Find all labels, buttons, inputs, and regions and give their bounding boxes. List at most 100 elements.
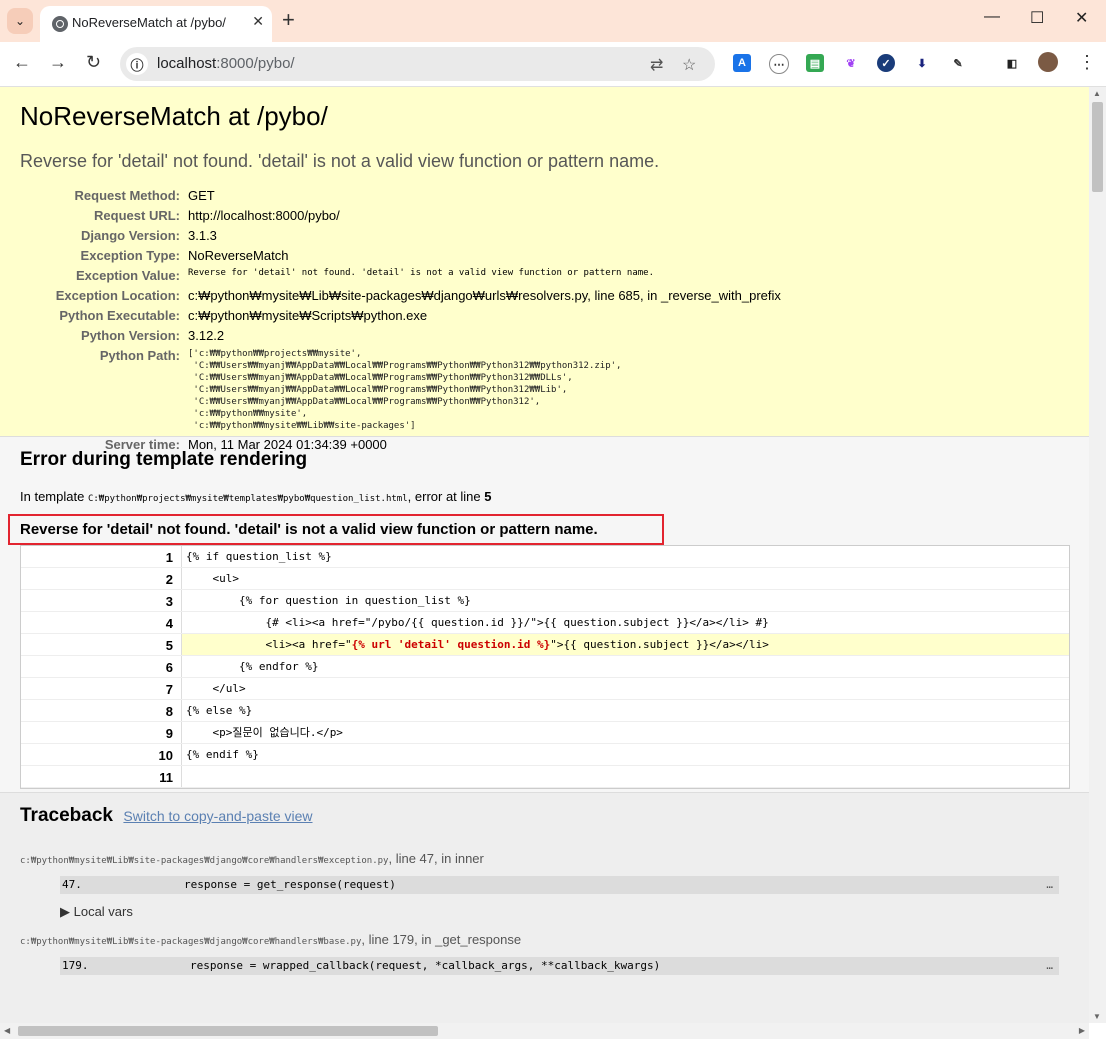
code-line-source: {% if question_list %}	[181, 546, 332, 567]
meta-row: Exception Type: NoReverseMatch	[20, 246, 781, 266]
code-line-number: 10	[158, 748, 173, 763]
code-fragment: <li><a href="	[186, 638, 352, 651]
frame-code-line[interactable]: 47. response = get_response(request) …	[60, 876, 1059, 894]
scroll-down-icon[interactable]: ▼	[1093, 1012, 1101, 1021]
meta-row: Request Method: GET	[20, 186, 781, 206]
back-icon[interactable]: ←	[13, 52, 31, 73]
menu-kebab-icon[interactable]: ⋮	[1078, 52, 1096, 73]
frame-code: response = get_response(request)	[184, 878, 396, 891]
meta-row: Django Version: 3.1.3	[20, 226, 781, 246]
extension-translate-icon[interactable]: A	[733, 54, 751, 72]
minimize-button[interactable]: —	[984, 8, 1000, 26]
extension-save-icon[interactable]: ▤	[806, 54, 824, 72]
template-error-message: Reverse for 'detail' not found. 'detail'…	[8, 514, 664, 545]
extensions-puzzle-icon[interactable]: ✎	[949, 54, 967, 72]
scroll-up-icon[interactable]: ▲	[1093, 89, 1101, 98]
bookmark-star-icon[interactable]: ☆	[682, 55, 696, 75]
frame-path: c:₩python₩mysite₩Lib₩site-packages₩djang…	[20, 937, 362, 947]
url-host: localhost	[157, 55, 217, 72]
code-line-number: 9	[165, 726, 173, 741]
code-line: 1 {% if question_list %}	[21, 546, 1069, 568]
new-tab-button[interactable]: +	[282, 8, 295, 32]
meta-label: Django Version:	[81, 228, 180, 243]
code-line-source: <li><a href="{% url 'detail' question.id…	[181, 634, 1069, 655]
forward-icon[interactable]: →	[49, 52, 67, 73]
site-info-icon[interactable]: ⓘ	[126, 53, 148, 75]
side-panel-icon[interactable]: ◧	[1003, 54, 1021, 72]
window-close-button[interactable]: ✕	[1075, 8, 1088, 28]
meta-label: Python Executable:	[59, 308, 180, 323]
code-line: 8 {% else %}	[21, 700, 1069, 722]
meta-label: Python Path:	[99, 348, 180, 363]
horizontal-scroll-thumb[interactable]	[18, 1026, 438, 1036]
request-meta-table: Request Method: GET Request URL: http://lo…	[20, 186, 781, 455]
url-text[interactable]: localhost:8000/pybo/	[157, 55, 295, 72]
frame-code: response = wrapped_callback(request, *ca…	[190, 959, 661, 972]
code-line-number: 5	[21, 634, 181, 655]
frame-code-line[interactable]: 179. response = wrapped_callback(request…	[60, 957, 1059, 975]
tab-search-button[interactable]: ⌄	[7, 8, 33, 34]
extension-feather-icon[interactable]: ❦	[842, 54, 860, 72]
meta-value: 3.12.2	[188, 328, 225, 343]
meta-row: Python Path: ['c:₩₩python₩₩projects₩₩mysi…	[20, 346, 781, 435]
horizontal-scrollbar[interactable]: ◀ ▶	[0, 1023, 1089, 1039]
translate-icon[interactable]: ⇄	[650, 55, 663, 75]
code-line-number: 1	[165, 550, 173, 565]
frame-line-number: 179.	[62, 959, 89, 972]
profile-avatar[interactable]	[1038, 52, 1058, 72]
extension-check-icon[interactable]: ✓	[877, 54, 895, 72]
template-error-heading: Error during template rendering	[20, 449, 308, 470]
code-line-source	[181, 766, 186, 787]
template-location: In template C:₩python₩projects₩mysite₩te…	[20, 489, 1069, 504]
meta-label: Exception Value:	[75, 268, 180, 283]
frame-line-info: , line 179, in _get_response	[361, 932, 522, 947]
code-line: 6 {% endfor %}	[21, 656, 1069, 678]
vertical-scrollbar[interactable]: ▲ ▼	[1089, 87, 1106, 1023]
expand-context-icon[interactable]: …	[1046, 957, 1053, 975]
expand-context-icon[interactable]: …	[1046, 876, 1053, 894]
code-line: 4 {# <li><a href="/pybo/{{ question.id }…	[21, 612, 1069, 634]
meta-value: 3.1.3	[188, 228, 217, 243]
template-source: 1 {% if question_list %} 2 <ul> 3 {% for qu…	[20, 545, 1070, 789]
in-template-label: In template	[20, 489, 85, 504]
scroll-right-icon[interactable]: ▶	[1079, 1026, 1085, 1035]
meta-row: Python Executable: c:₩python₩mysite₩Scrip…	[20, 306, 781, 326]
reload-icon[interactable]: ↻	[86, 52, 101, 73]
extension-circle-icon[interactable]: ⋯	[769, 54, 789, 74]
code-line-number: 4	[165, 616, 173, 631]
meta-row: Request URL: http://localhost:8000/pybo/	[20, 206, 781, 226]
code-line-source: <ul>	[181, 568, 239, 589]
scroll-left-icon[interactable]: ◀	[4, 1026, 10, 1035]
code-line-source: {% endif %}	[181, 744, 259, 765]
extension-download-icon[interactable]: ⬇	[913, 54, 931, 72]
switch-view-link[interactable]: Switch to copy-and-paste view	[123, 808, 312, 824]
code-line: 10 {% endif %}	[21, 744, 1069, 766]
meta-label: Request Method:	[74, 188, 180, 203]
code-line-number: 11	[159, 770, 173, 785]
error-tag: {% url 'detail' question.id %}	[351, 638, 551, 651]
code-line: 9 <p>질문이 없습니다.</p>	[21, 722, 1069, 744]
browser-tab[interactable]: NoReverseMatch at /pybo/ ✕	[40, 6, 272, 42]
meta-value: c:₩python₩mysite₩Lib₩site-packages₩djang…	[188, 288, 781, 303]
address-bar[interactable]: ⓘ localhost:8000/pybo/ ⇄ ☆	[120, 47, 715, 81]
meta-row: Exception Value: Reverse for 'detail' not…	[20, 266, 781, 286]
code-line-source: {% else %}	[181, 700, 252, 721]
code-line: 11	[21, 766, 1069, 788]
tab-close-icon[interactable]: ✕	[252, 13, 264, 30]
code-fragment: ">{{ question.subject }}</a></li>	[550, 638, 769, 651]
code-line: 5 <li><a href="{% url 'detail' question.…	[21, 634, 1069, 656]
frame-line-number: 47.	[62, 878, 82, 891]
tab-title: NoReverseMatch at /pybo/	[72, 15, 226, 30]
chevron-down-icon: ⌄	[14, 14, 26, 28]
maximize-button[interactable]: ☐	[1030, 8, 1044, 28]
vertical-scroll-thumb[interactable]	[1092, 102, 1103, 192]
meta-value: GET	[188, 188, 215, 203]
template-path: C:₩python₩projects₩mysite₩templates₩pybo…	[87, 494, 408, 504]
code-line: 2 <ul>	[21, 568, 1069, 590]
local-vars-toggle[interactable]: ▶ Local vars	[60, 904, 1069, 920]
code-line-number: 2	[165, 572, 173, 587]
frame-location: c:₩python₩mysite₩Lib₩site-packages₩djang…	[20, 932, 1069, 947]
page-content: NoReverseMatch at /pybo/ Reverse for 'de…	[0, 87, 1089, 1023]
meta-value: http://localhost:8000/pybo/	[188, 208, 340, 223]
traceback-section: Traceback Switch to copy-and-paste view …	[0, 793, 1089, 1023]
